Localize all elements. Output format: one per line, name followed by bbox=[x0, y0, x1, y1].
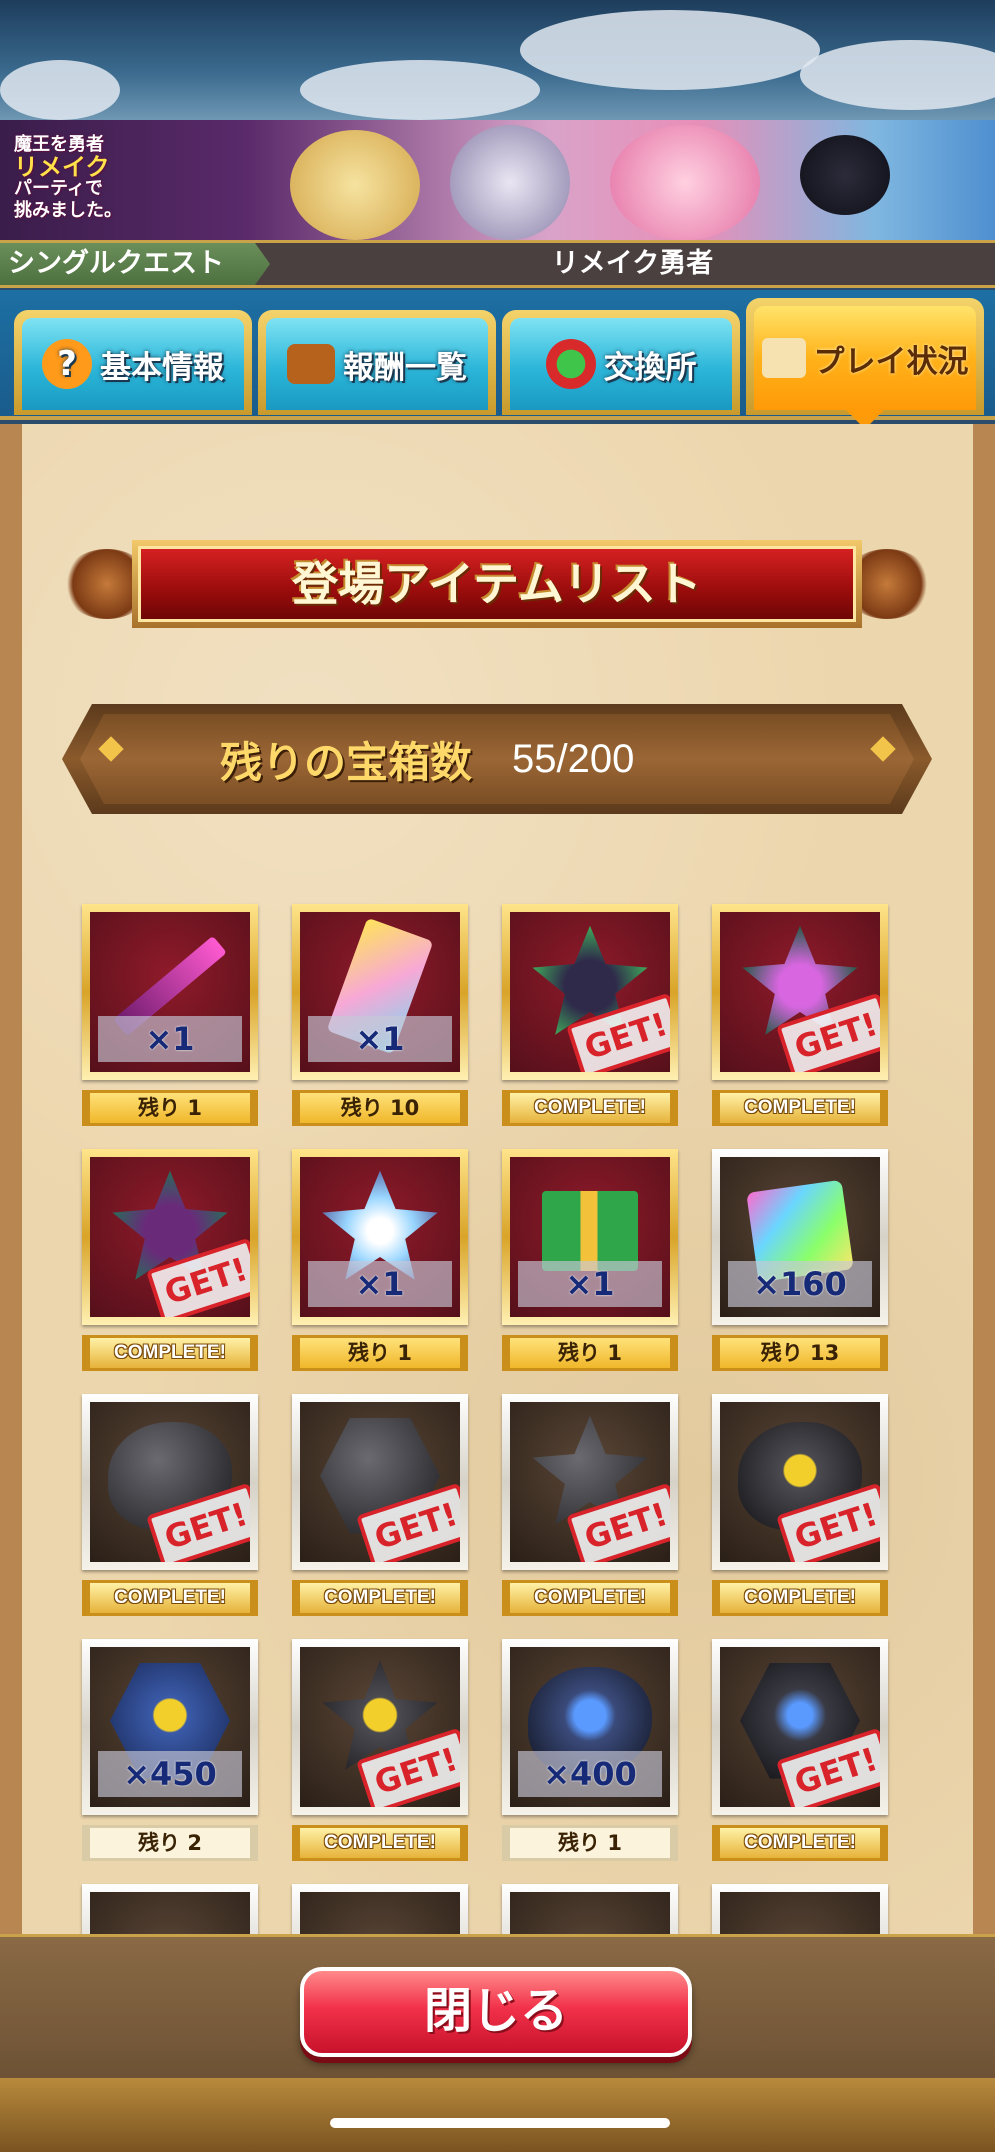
item-status: 残り 13 bbox=[712, 1335, 888, 1371]
item-list-title: 登場アイテムリスト bbox=[138, 546, 856, 622]
item-card[interactable]: GET! COMPLETE! bbox=[712, 904, 890, 1126]
item-status: COMPLETE! bbox=[292, 1825, 468, 1861]
remaining-chests-plate: 残りの宝箱数 55/200 bbox=[62, 704, 932, 814]
item-status: COMPLETE! bbox=[502, 1090, 678, 1126]
tab-label: 報酬一覧 bbox=[343, 349, 467, 386]
sky-background bbox=[0, 0, 995, 120]
question-icon: ? bbox=[42, 339, 92, 389]
item-status: 残り 10 bbox=[292, 1090, 468, 1126]
tab-exchange[interactable]: 交換所 bbox=[502, 310, 740, 415]
item-card[interactable]: GET! COMPLETE! bbox=[712, 1394, 890, 1616]
item-status: 残り 2 bbox=[82, 1825, 258, 1861]
quest-name: リメイク勇者 bbox=[551, 248, 714, 279]
item-status: COMPLETE! bbox=[292, 1580, 468, 1616]
bottom-bar: 閉じる bbox=[0, 1934, 995, 2078]
tab-bar: ? 基本情報 報酬一覧 交換所 プレイ状況 bbox=[0, 290, 995, 429]
item-status: COMPLETE! bbox=[82, 1335, 258, 1371]
item-quantity: ×1 bbox=[518, 1261, 662, 1307]
item-quantity: ×1 bbox=[308, 1261, 452, 1307]
close-button[interactable]: 閉じる bbox=[300, 1967, 692, 2057]
item-status: COMPLETE! bbox=[82, 1580, 258, 1616]
banner-characters bbox=[260, 120, 995, 240]
quest-type-label: シングルクエスト bbox=[0, 243, 270, 285]
item-list-title-plate: 登場アイテムリスト bbox=[62, 534, 932, 634]
item-card[interactable]: GET! COMPLETE! bbox=[292, 1394, 470, 1616]
item-status: 残り 1 bbox=[82, 1090, 258, 1126]
item-card[interactable]: GET! COMPLETE! bbox=[292, 1639, 470, 1861]
banner-text: 魔王を勇者 リメイク パーティで 挑みました。 bbox=[14, 134, 122, 221]
item-card[interactable]: GET! COMPLETE! bbox=[82, 1149, 260, 1371]
item-status: COMPLETE! bbox=[712, 1090, 888, 1126]
item-status: COMPLETE! bbox=[712, 1580, 888, 1616]
item-card[interactable]: ×1 残り 10 bbox=[292, 904, 470, 1126]
tab-label: 交換所 bbox=[603, 349, 697, 386]
item-card[interactable]: GET! COMPLETE! bbox=[712, 1639, 890, 1861]
item-card[interactable]: ×450 残り 2 bbox=[82, 1639, 260, 1861]
item-card[interactable]: GET! COMPLETE! bbox=[502, 1394, 680, 1616]
item-quantity: ×160 bbox=[728, 1261, 872, 1307]
remaining-chests-label: 残りの宝箱数 bbox=[220, 737, 473, 787]
item-quantity: ×1 bbox=[98, 1016, 242, 1062]
home-indicator[interactable] bbox=[330, 2118, 670, 2128]
tab-rewards[interactable]: 報酬一覧 bbox=[258, 310, 496, 415]
tab-label: プレイ状況 bbox=[813, 343, 969, 380]
item-status: 残り 1 bbox=[502, 1825, 678, 1861]
event-banner[interactable]: 魔王を勇者 リメイク パーティで 挑みました。 bbox=[0, 120, 995, 240]
item-quantity: ×400 bbox=[518, 1751, 662, 1797]
scroll-icon bbox=[761, 338, 806, 378]
quest-header: シングルクエスト リメイク勇者 bbox=[0, 240, 995, 288]
item-quantity: ×450 bbox=[98, 1751, 242, 1797]
item-status: 残り 1 bbox=[502, 1335, 678, 1371]
item-card-partial[interactable] bbox=[82, 1884, 260, 1934]
tab-play-status[interactable]: プレイ状況 bbox=[746, 298, 984, 429]
item-card[interactable]: ×160 残り 13 bbox=[712, 1149, 890, 1371]
item-card[interactable]: ×1 残り 1 bbox=[292, 1149, 470, 1371]
tab-label: 基本情報 bbox=[100, 349, 224, 386]
item-status: COMPLETE! bbox=[712, 1825, 888, 1861]
item-status: COMPLETE! bbox=[502, 1580, 678, 1616]
play-status-panel: 登場アイテムリスト 残りの宝箱数 55/200 ×1 残り 1 ×1 残り 10 bbox=[0, 424, 995, 1934]
item-card-partial[interactable] bbox=[292, 1884, 470, 1934]
background-scene bbox=[0, 2078, 995, 2152]
item-status: 残り 1 bbox=[292, 1335, 468, 1371]
tab-basic-info[interactable]: ? 基本情報 bbox=[14, 310, 252, 415]
item-card-partial[interactable] bbox=[712, 1884, 890, 1934]
item-card[interactable]: ×1 残り 1 bbox=[502, 1149, 680, 1371]
exchange-icon bbox=[545, 339, 596, 389]
item-card[interactable]: ×1 残り 1 bbox=[82, 904, 260, 1126]
treasure-chest-icon bbox=[287, 344, 335, 384]
item-card-partial[interactable] bbox=[502, 1884, 680, 1934]
item-card[interactable]: ×400 残り 1 bbox=[502, 1639, 680, 1861]
remaining-chests-value: 55/200 bbox=[512, 736, 635, 781]
item-card[interactable]: GET! COMPLETE! bbox=[82, 1394, 260, 1616]
item-card[interactable]: GET! COMPLETE! bbox=[502, 904, 680, 1126]
item-quantity: ×1 bbox=[308, 1016, 452, 1062]
gift-box-icon bbox=[542, 1190, 638, 1271]
